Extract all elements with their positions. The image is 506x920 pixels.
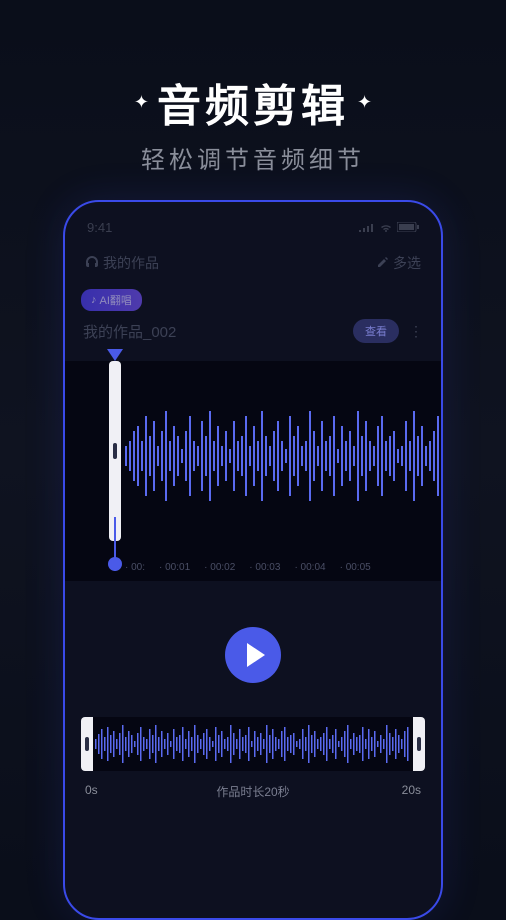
signal-icon (359, 220, 375, 235)
playhead[interactable] (113, 349, 123, 541)
sparkle-icon-right: ✦ (357, 92, 372, 113)
edit-icon (377, 255, 389, 271)
music-note-icon: ♪ (91, 294, 97, 306)
ai-badge: ♪ AI翻唱 (81, 289, 142, 311)
end-time-label: 20s (402, 783, 421, 797)
status-bar: 9:41 (81, 220, 425, 235)
play-icon (247, 643, 265, 667)
battery-icon (397, 220, 419, 235)
trim-handle-right[interactable] (413, 717, 425, 771)
waveform-small (93, 719, 413, 769)
wifi-icon (379, 220, 393, 235)
play-button[interactable] (225, 627, 281, 683)
tick: 00:05 (340, 562, 371, 573)
multi-select-label: 多选 (393, 253, 421, 273)
multi-select-button[interactable]: 多选 (377, 253, 421, 273)
status-time: 9:41 (87, 220, 112, 235)
tick: 00:03 (249, 562, 280, 573)
page-subtitle: 轻松调节音频细节 (0, 140, 506, 175)
waveform-editor[interactable]: 00: 00:01 00:02 00:03 00:04 00:05 (65, 361, 441, 581)
mini-waveform-trim[interactable] (81, 717, 425, 771)
tick: 00:02 (204, 562, 235, 573)
tick: 00:01 (159, 562, 190, 573)
my-works-label: 我的作品 (103, 253, 159, 273)
more-icon[interactable]: ⋮ (409, 323, 423, 340)
timeline-ticks: 00: 00:01 00:02 00:03 00:04 00:05 (125, 562, 441, 573)
page-title: 音频剪辑 (157, 70, 349, 134)
start-time-label: 0s (85, 783, 98, 797)
waveform-large (125, 391, 443, 521)
view-button[interactable]: 查看 (353, 319, 399, 343)
duration-label: 作品时长20秒 (216, 783, 289, 800)
sparkle-icon-left: ✦ (134, 92, 149, 113)
work-name: 我的作品_002 (83, 321, 176, 342)
my-works-header[interactable]: 我的作品 (85, 253, 159, 273)
tick: 00: (125, 562, 145, 573)
phone-frame: 9:41 我的作品 (63, 200, 443, 920)
ai-badge-label: AI翻唱 (100, 292, 132, 308)
title-row: ✦ 音频剪辑 ✦ (0, 70, 506, 134)
headphones-icon (85, 255, 99, 272)
trim-handle-left[interactable] (81, 717, 93, 771)
tick: 00:04 (294, 562, 325, 573)
